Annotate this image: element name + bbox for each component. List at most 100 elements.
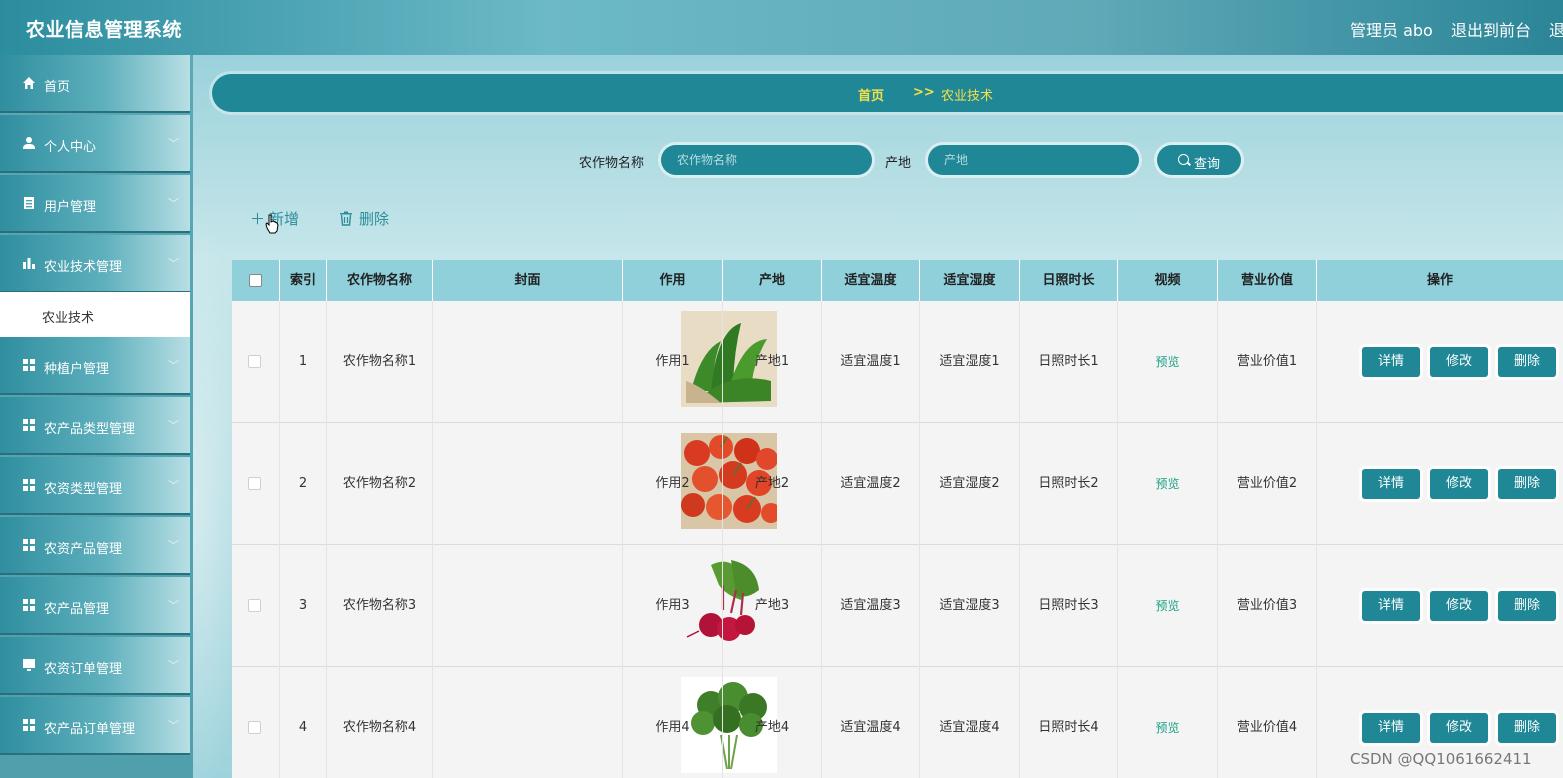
row-checkbox[interactable] xyxy=(248,477,261,490)
grid-icon xyxy=(23,599,35,611)
sidebar-item-label: 农资类型管理 xyxy=(44,482,123,497)
top-header: 农业信息管理系统 管理员 abo 退出到前台 退出登录 xyxy=(0,0,1563,55)
select-cell xyxy=(232,545,280,667)
chevron-down-icon: ﹀ xyxy=(168,137,179,150)
chevron-down-icon: ﹀ xyxy=(168,479,179,492)
index-cell: 2 xyxy=(280,423,327,545)
detail-button[interactable]: 详情 xyxy=(1362,469,1420,499)
table-row: 1 农作物名称1 作用1 产地1 适宜温度1 适宜湿度1 日照时长1 预览 营业… xyxy=(232,301,1563,423)
breadcrumb-current: 农业技术 xyxy=(941,89,994,104)
humidity-cell: 适宜湿度4 xyxy=(920,667,1020,778)
sidebar-item-grower-management[interactable]: 种植户管理 ﹀ xyxy=(0,337,190,395)
humidity-cell: 适宜湿度3 xyxy=(920,545,1020,667)
sidebar-subitem-agri-tech[interactable]: 农业技术 xyxy=(0,292,190,337)
edit-button[interactable]: 修改 xyxy=(1430,591,1488,621)
effect-cell: 作用3 xyxy=(623,545,723,667)
mouse-pointer-icon xyxy=(265,214,279,234)
row-checkbox[interactable] xyxy=(248,721,261,734)
video-cell: 预览 xyxy=(1118,423,1218,545)
sidebar-item-product-order-management[interactable]: 农产品订单管理 ﹀ xyxy=(0,697,190,755)
cover-cell xyxy=(433,423,777,545)
origin-cell: 产地4 xyxy=(723,667,822,778)
watermark: CSDN @QQ1061662411 xyxy=(1350,750,1532,768)
edit-button[interactable]: 修改 xyxy=(1430,713,1488,743)
value-cell: 营业价值1 xyxy=(1218,301,1317,423)
origin-cell: 产地1 xyxy=(723,301,822,423)
home-icon xyxy=(23,77,35,89)
monitor-icon xyxy=(23,659,35,671)
crop-name-cell: 农作物名称4 xyxy=(327,667,433,778)
column-header: 视频 xyxy=(1118,260,1218,301)
edit-button[interactable]: 修改 xyxy=(1430,469,1488,499)
effect-cell: 作用1 xyxy=(623,301,723,423)
temperature-cell: 适宜温度3 xyxy=(822,545,920,667)
sidebar-item-supply-type-management[interactable]: 农资类型管理 ﹀ xyxy=(0,457,190,515)
row-checkbox[interactable] xyxy=(248,355,261,368)
column-header: 适宜湿度 xyxy=(920,260,1020,301)
actions-cell: 详情 修改 删除 xyxy=(1317,423,1563,545)
breadcrumb-home[interactable]: 首页 xyxy=(858,85,884,104)
search-icon xyxy=(1178,154,1189,165)
sidebar-item-label: 种植户管理 xyxy=(44,362,110,377)
sidebar-item-personal-center[interactable]: 个人中心 ﹀ xyxy=(0,115,190,173)
batch-delete-button[interactable]: 删除 xyxy=(339,208,389,229)
column-header: 营业价值 xyxy=(1218,260,1317,301)
video-cell: 预览 xyxy=(1118,545,1218,667)
value-cell: 营业价值2 xyxy=(1218,423,1317,545)
delete-button[interactable]: 删除 xyxy=(1498,347,1556,377)
sunlight-cell: 日照时长4 xyxy=(1020,667,1118,778)
chevron-down-icon: ﹀ xyxy=(168,719,179,732)
exit-to-front-link[interactable]: 退出到前台 xyxy=(1451,17,1531,41)
app-title: 农业信息管理系统 xyxy=(26,19,183,41)
crop-name-cell: 农作物名称1 xyxy=(327,301,433,423)
edit-button[interactable]: 修改 xyxy=(1430,347,1488,377)
crop-name-cell: 农作物名称3 xyxy=(327,545,433,667)
sidebar-item-home[interactable]: 首页 xyxy=(0,55,190,113)
sidebar-item-product-management[interactable]: 农产品管理 ﹀ xyxy=(0,577,190,635)
sidebar-item-supply-order-management[interactable]: 农资订单管理 ﹀ xyxy=(0,637,190,695)
video-preview-link[interactable]: 预览 xyxy=(1155,355,1179,369)
origin-label: 产地 xyxy=(885,156,912,171)
query-button[interactable]: 查询 xyxy=(1157,145,1241,175)
sidebar-item-label: 农产品管理 xyxy=(44,602,110,617)
video-cell: 预览 xyxy=(1118,667,1218,778)
admin-user-label: 管理员 abo xyxy=(1350,21,1433,40)
header-select-cell xyxy=(232,260,280,301)
temperature-cell: 适宜温度2 xyxy=(822,423,920,545)
video-cell: 预览 xyxy=(1118,301,1218,423)
origin-cell: 产地3 xyxy=(723,545,822,667)
chevron-down-icon: ﹀ xyxy=(168,359,179,372)
table-row: 2 农作物名称2 作用2 产地2 适宜温度2 适宜湿度2 日照时长2 预览 营业… xyxy=(232,423,1563,545)
bar-chart-icon xyxy=(23,258,35,269)
column-header: 产地 xyxy=(723,260,822,301)
delete-button[interactable]: 删除 xyxy=(1498,591,1556,621)
breadcrumb-separator: >> xyxy=(913,85,935,100)
video-preview-link[interactable]: 预览 xyxy=(1155,599,1179,613)
video-preview-link[interactable]: 预览 xyxy=(1155,477,1179,491)
crop-name-search-input[interactable] xyxy=(661,145,872,175)
index-cell: 4 xyxy=(280,667,327,778)
select-all-checkbox[interactable] xyxy=(249,274,262,287)
chevron-down-icon: ﹀ xyxy=(168,539,179,552)
sidebar-item-user-management[interactable]: 用户管理 ﹀ xyxy=(0,175,190,233)
sidebar-item-label: 用户管理 xyxy=(44,200,97,215)
sidebar-item-agri-tech-management[interactable]: 农业技术管理 ﹀ xyxy=(0,235,190,293)
logout-link[interactable]: 退出登录 xyxy=(1549,17,1563,41)
select-cell xyxy=(232,667,280,778)
delete-button[interactable]: 删除 xyxy=(1498,469,1556,499)
temperature-cell: 适宜温度4 xyxy=(822,667,920,778)
sidebar-item-supply-product-management[interactable]: 农资产品管理 ﹀ xyxy=(0,517,190,575)
chevron-down-icon: ﹀ xyxy=(168,197,179,210)
detail-button[interactable]: 详情 xyxy=(1362,713,1420,743)
origin-search-input[interactable] xyxy=(928,145,1139,175)
row-checkbox[interactable] xyxy=(248,599,261,612)
delete-button[interactable]: 删除 xyxy=(1498,713,1556,743)
detail-button[interactable]: 详情 xyxy=(1362,347,1420,377)
sidebar-item-product-type-management[interactable]: 农产品类型管理 ﹀ xyxy=(0,397,190,455)
detail-button[interactable]: 详情 xyxy=(1362,591,1420,621)
chevron-up-icon: ﹀ xyxy=(168,257,179,270)
sidebar-item-label: 农资订单管理 xyxy=(44,662,123,677)
index-cell: 3 xyxy=(280,545,327,667)
batch-delete-label: 删除 xyxy=(359,210,390,228)
video-preview-link[interactable]: 预览 xyxy=(1155,721,1179,735)
